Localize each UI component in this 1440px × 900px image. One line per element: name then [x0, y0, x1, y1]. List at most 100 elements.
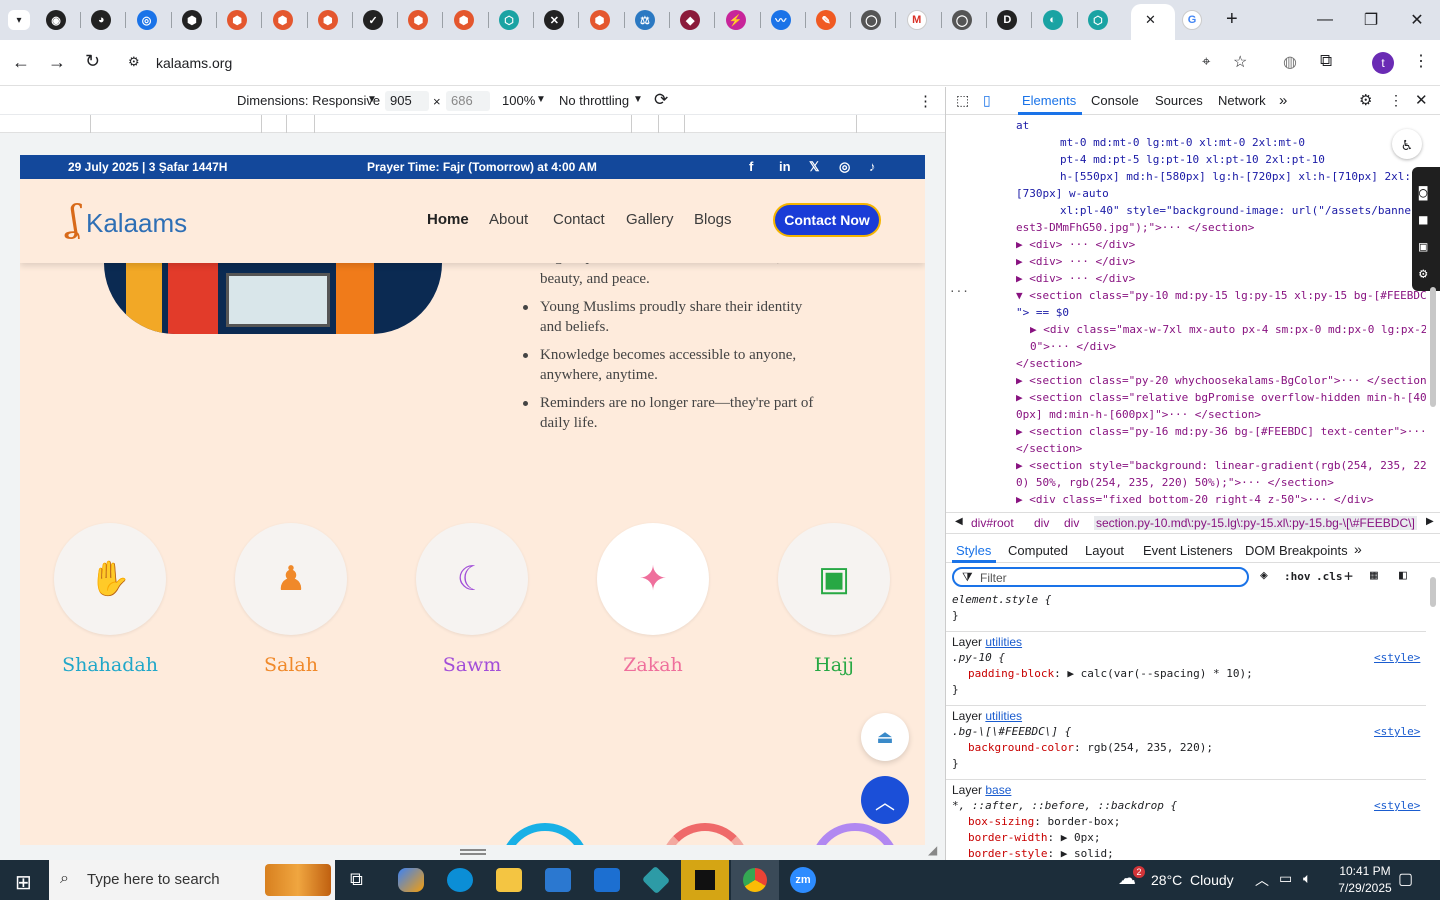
camera-icon[interactable]: ◙	[1419, 185, 1427, 201]
dom-node-line[interactable]: ▶ <div> ··· </div>	[1016, 238, 1135, 251]
css-property[interactable]: border-width: ▶ 0px;	[968, 831, 1100, 844]
windows-start-icon[interactable]: ⊞	[15, 870, 32, 895]
social-icon[interactable]: ◎	[839, 159, 850, 175]
property-value[interactable]: ▶ calc(var(--spacing) * 10);	[1067, 667, 1252, 680]
chrome-taskbar-icon[interactable]	[731, 860, 779, 900]
rule-selector[interactable]: .bg-\[\#FEEBDC\] {	[952, 725, 1071, 738]
node-options-icon[interactable]: ···	[949, 285, 969, 298]
contact-now-button[interactable]: Contact Now	[773, 203, 881, 237]
breadcrumb-item[interactable]: div#root	[971, 516, 1014, 530]
edge-icon[interactable]	[447, 868, 473, 892]
zoom-taskbar-icon[interactable]: zm	[790, 867, 816, 893]
throttling-select[interactable]: No throttling	[559, 93, 629, 108]
browser-tab[interactable]: ✕	[544, 10, 565, 30]
nav-link[interactable]: Home	[427, 211, 469, 228]
mail-icon[interactable]	[594, 868, 620, 892]
dimensions-select[interactable]: Dimensions: Responsive	[237, 93, 380, 108]
viewport-resize-handle[interactable]	[460, 849, 486, 855]
pillar-image[interactable]: ✦	[597, 523, 709, 635]
nav-link[interactable]: Gallery	[626, 211, 674, 228]
social-icon[interactable]: f	[749, 159, 753, 174]
hov-toggle[interactable]: :hov	[1284, 570, 1311, 583]
layer-link[interactable]: utilities	[985, 709, 1022, 723]
property-name[interactable]: border-width	[968, 831, 1047, 844]
styles-tab[interactable]: DOM Breakpoints	[1245, 543, 1348, 558]
dom-node-line[interactable]: est3-DMmFhG50.jpg");">··· </section>	[1016, 221, 1254, 234]
url-text[interactable]: kalaams.org	[156, 55, 232, 71]
copilot-icon[interactable]	[398, 868, 424, 892]
browser-tab[interactable]: ⬡	[499, 10, 519, 30]
paint-icon[interactable]: ▦	[1370, 568, 1378, 583]
css-property[interactable]: border-style: ▶ solid;	[968, 847, 1114, 860]
site-info-icon[interactable]: ⚙	[128, 54, 140, 70]
dom-node-line[interactable]: pt-4 md:pt-5 lg:pt-10 xl:pt-10 2xl:pt-10	[1060, 153, 1325, 166]
accessibility-icon[interactable]: ♿	[1392, 129, 1422, 159]
layer-link[interactable]: base	[985, 783, 1011, 797]
css-property[interactable]: box-sizing: border-box;	[968, 815, 1120, 828]
tray-chevron-icon[interactable]: ︿	[1255, 870, 1269, 890]
dom-node-line[interactable]: ▶ <div class="fixed bottom-20 right-4 z-…	[1016, 493, 1374, 506]
rule-source-link[interactable]: <style>	[1374, 725, 1420, 738]
breadcrumb-item[interactable]: div	[1064, 516, 1079, 530]
property-name[interactable]: padding-block	[968, 667, 1054, 680]
browser-tab[interactable]: ⚡	[725, 10, 746, 30]
store-icon[interactable]	[545, 868, 571, 892]
rule-selector[interactable]: *, ::after, ::before, ::backdrop {	[952, 799, 1177, 812]
browser-tab[interactable]: ◉	[46, 10, 66, 30]
sticky-notes-icon[interactable]	[681, 860, 729, 900]
property-value[interactable]: border-box;	[1047, 815, 1120, 828]
styles-tab[interactable]: Layout	[1085, 543, 1124, 558]
globe-icon[interactable]: ◍	[1283, 52, 1297, 72]
browser-tab[interactable]: ⚖	[634, 10, 655, 30]
rule-source-link[interactable]: <style>	[1374, 651, 1420, 664]
dom-node-line[interactable]: </section>	[1016, 442, 1082, 455]
reload-icon[interactable]: ↻	[85, 51, 100, 72]
browser-tab[interactable]: ◐	[1042, 10, 1063, 30]
social-icon[interactable]: in	[779, 159, 791, 174]
browser-tab[interactable]: ⬢	[453, 10, 474, 30]
styles-filter-input[interactable]: ⧩ Filter	[952, 567, 1249, 587]
cls-toggle[interactable]: .cls	[1316, 570, 1343, 583]
scroll-top-button[interactable]: ︿	[861, 776, 909, 824]
dom-node-line[interactable]: mt-0 md:mt-0 lg:mt-0 xl:mt-0 2xl:mt-0	[1060, 136, 1305, 149]
back-icon[interactable]: ←	[12, 52, 30, 73]
pillar-image[interactable]: ♟	[235, 523, 347, 635]
close-devtools-icon[interactable]: ✕	[1415, 91, 1428, 109]
clock-time[interactable]: 10:41 PM	[1337, 864, 1393, 878]
taskbar-search[interactable]: ⌕ Type here to search	[49, 860, 335, 900]
profile-avatar[interactable]: t	[1372, 52, 1394, 74]
browser-tab[interactable]: ⬢	[589, 10, 610, 30]
active-tab[interactable]: ✕	[1131, 4, 1175, 40]
elements-scrollbar[interactable]	[1430, 127, 1436, 407]
maximize-button[interactable]: ❐	[1348, 6, 1394, 34]
layer-link[interactable]: utilities	[985, 635, 1022, 649]
tab-google[interactable]: G	[1182, 10, 1202, 30]
browser-tab[interactable]: ⬡	[1087, 10, 1108, 30]
dom-node-line[interactable]: at	[1016, 119, 1029, 132]
browser-tab[interactable]: 〰	[770, 10, 791, 30]
forward-icon[interactable]: →	[48, 52, 66, 73]
app-icon[interactable]	[641, 865, 671, 895]
volume-icon[interactable]: 🔈︎	[1303, 870, 1311, 887]
browser-tab[interactable]: ◯	[952, 10, 972, 30]
minimize-button[interactable]: —	[1302, 6, 1348, 34]
inspect-icon[interactable]: ⬚	[956, 92, 969, 109]
dom-node-line[interactable]: ▼ <section class="py-10 md:py-15 lg:py-1…	[1016, 289, 1426, 302]
notifications-icon[interactable]: ▢	[1398, 869, 1413, 889]
dom-node-line[interactable]: </section>	[1016, 357, 1082, 370]
dom-node-line[interactable]: 0px] md:min-h-[600px]">··· </section>	[1016, 408, 1261, 421]
clock-date[interactable]: 7/29/2025	[1333, 881, 1397, 895]
dom-node-line[interactable]: ▶ <div> ··· </div>	[1016, 272, 1135, 285]
dom-node-line[interactable]: ▶ <section class="py-16 md:py-36 bg-[#FE…	[1016, 425, 1426, 438]
styles-scrollbar[interactable]	[1430, 567, 1436, 857]
breadcrumb-item[interactable]: div	[1034, 516, 1049, 530]
styles-tab[interactable]: Computed	[1008, 543, 1068, 558]
floating-chat-button[interactable]: ⏏	[861, 713, 909, 761]
logo[interactable]: ʆ Kalaams	[68, 197, 208, 245]
nav-link[interactable]: Contact	[553, 211, 605, 228]
nav-link[interactable]: Blogs	[694, 211, 732, 228]
pillar-image[interactable]: ▣	[778, 523, 890, 635]
property-name[interactable]: border-style	[968, 847, 1047, 860]
weather-text[interactable]: 28°C Cloudy	[1151, 872, 1234, 888]
sidebar-toggle-icon[interactable]: ◧	[1399, 568, 1407, 583]
